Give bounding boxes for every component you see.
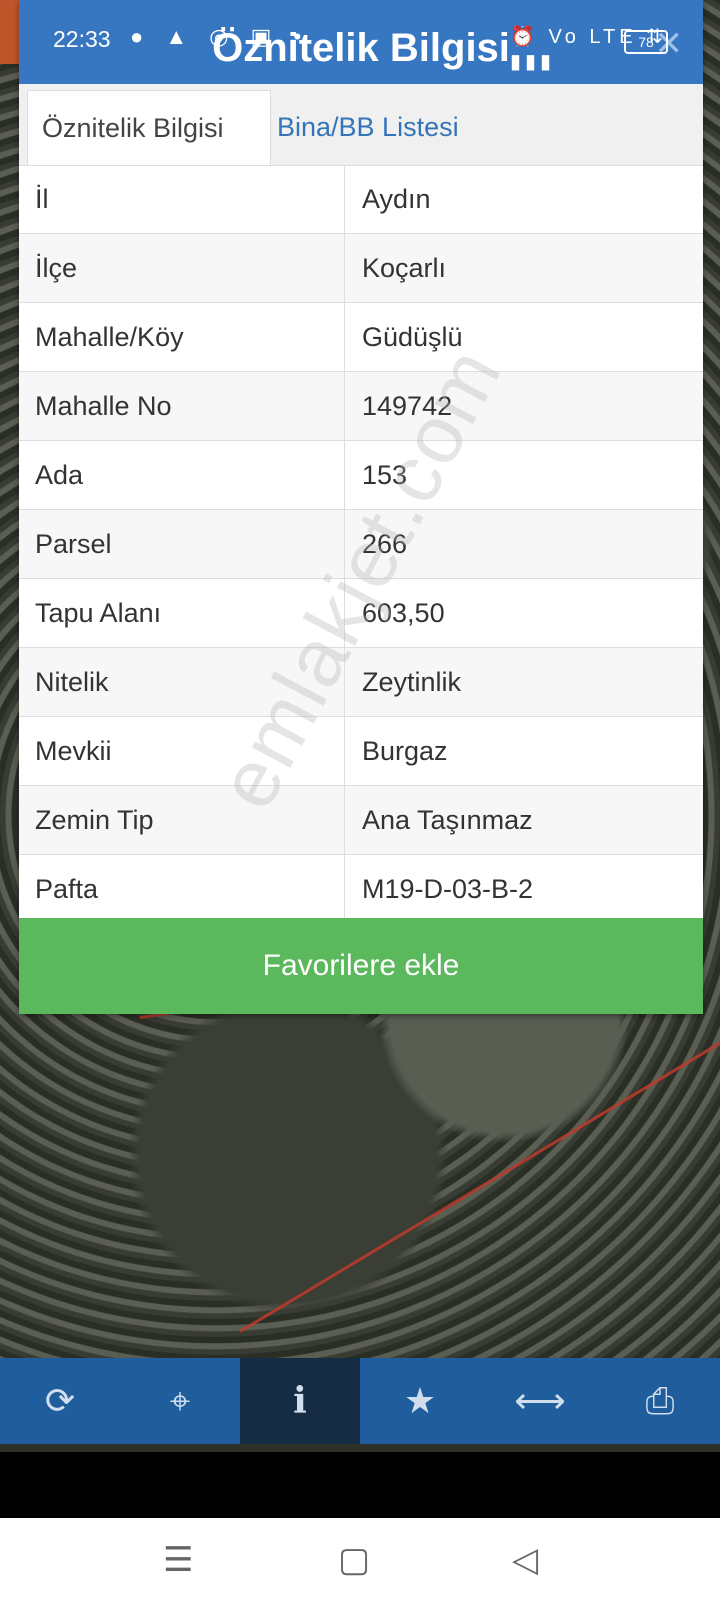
attribute-key: Parsel: [35, 529, 112, 559]
attribute-value: 603,50: [362, 598, 445, 628]
column-divider: [344, 234, 345, 302]
measure-icon[interactable]: ⟷: [480, 1358, 600, 1444]
table-row: İl Aydın: [19, 165, 703, 234]
info-icon[interactable]: i: [240, 1358, 360, 1444]
table-row: Ada 153: [19, 441, 703, 510]
column-divider: [344, 303, 345, 371]
attribute-key: Nitelik: [35, 667, 109, 697]
column-divider: [344, 579, 345, 647]
table-row: Parsel 266: [19, 510, 703, 579]
attribute-value: Güdüşlü: [362, 322, 463, 352]
attribute-key: Zemin Tip: [35, 805, 154, 835]
blank-strip: [0, 1452, 720, 1518]
table-row: Mahalle No 149742: [19, 372, 703, 441]
attribute-value: Burgaz: [362, 736, 448, 766]
print-icon[interactable]: ⎙: [600, 1358, 720, 1444]
dialog-tabs: Öznitelik Bilgisi Bina/BB Listesi: [19, 84, 703, 166]
close-icon[interactable]: ✕: [655, 24, 684, 64]
column-divider: [344, 786, 345, 854]
back-icon[interactable]: ◁: [512, 1540, 538, 1580]
map-toolbar: ⟳ ⌖ i ★ ⟷ ⎙: [0, 1358, 720, 1444]
table-row: Mahalle/Köy Güdüşlü: [19, 303, 703, 372]
column-divider: [344, 648, 345, 716]
table-row: Zemin Tip Ana Taşınmaz: [19, 786, 703, 855]
menu-icon[interactable]: ☰: [163, 1540, 193, 1580]
attribute-value: 149742: [362, 391, 453, 421]
attribute-key: Tapu Alanı: [35, 598, 162, 628]
column-divider: [344, 510, 345, 578]
table-row: Nitelik Zeytinlik: [19, 648, 703, 717]
attribute-key: İlçe: [35, 253, 78, 283]
dialog-header: Öznitelik Bilgisi ✕: [19, 0, 703, 84]
attribute-key: Pafta: [35, 874, 99, 904]
table-row: Mevkii Burgaz: [19, 717, 703, 786]
add-to-favorites-button[interactable]: Favorilere ekle: [19, 918, 703, 1014]
home-icon[interactable]: ▢: [338, 1540, 370, 1580]
locate-icon[interactable]: ⌖: [120, 1358, 240, 1444]
table-row: İlçe Koçarlı: [19, 234, 703, 303]
attribute-value: 153: [362, 460, 408, 490]
column-divider: [344, 717, 345, 785]
attribute-value: Aydın: [362, 184, 431, 214]
column-divider: [344, 165, 345, 233]
dialog-title: Öznitelik Bilgisi: [212, 26, 510, 70]
attribute-value: Ana Taşınmaz: [362, 805, 533, 835]
attribute-value: Koçarlı: [362, 253, 447, 283]
column-divider: [344, 855, 345, 923]
refresh-icon[interactable]: ⟳: [0, 1358, 120, 1444]
attribute-key: Mevkii: [35, 736, 112, 766]
system-nav-bar: ☰ ▢ ◁: [0, 1518, 720, 1604]
attribute-dialog: Öznitelik Bilgisi ✕ Öznitelik Bilgisi Bi…: [19, 0, 703, 1014]
attribute-value: Zeytinlik: [362, 667, 462, 697]
attribute-key: Ada: [35, 460, 84, 490]
tab-building-list[interactable]: Bina/BB Listesi: [263, 90, 473, 164]
attribute-key: Mahalle/Köy: [35, 322, 184, 352]
attribute-table: İl Aydın İlçe Koçarlı Mahalle/Köy Güdüşlü Maha…: [19, 165, 703, 924]
attribute-key: Mahalle No: [35, 391, 172, 421]
star-icon[interactable]: ★: [360, 1358, 480, 1444]
attribute-key: İl: [35, 184, 49, 214]
table-row: Tapu Alanı 603,50: [19, 579, 703, 648]
attribute-value: M19-D-03-B-2: [362, 874, 534, 904]
column-divider: [344, 441, 345, 509]
tab-attribute-info[interactable]: Öznitelik Bilgisi: [27, 90, 271, 165]
table-row: Pafta M19-D-03-B-2: [19, 855, 703, 924]
attribute-value: 266: [362, 529, 408, 559]
column-divider: [344, 372, 345, 440]
